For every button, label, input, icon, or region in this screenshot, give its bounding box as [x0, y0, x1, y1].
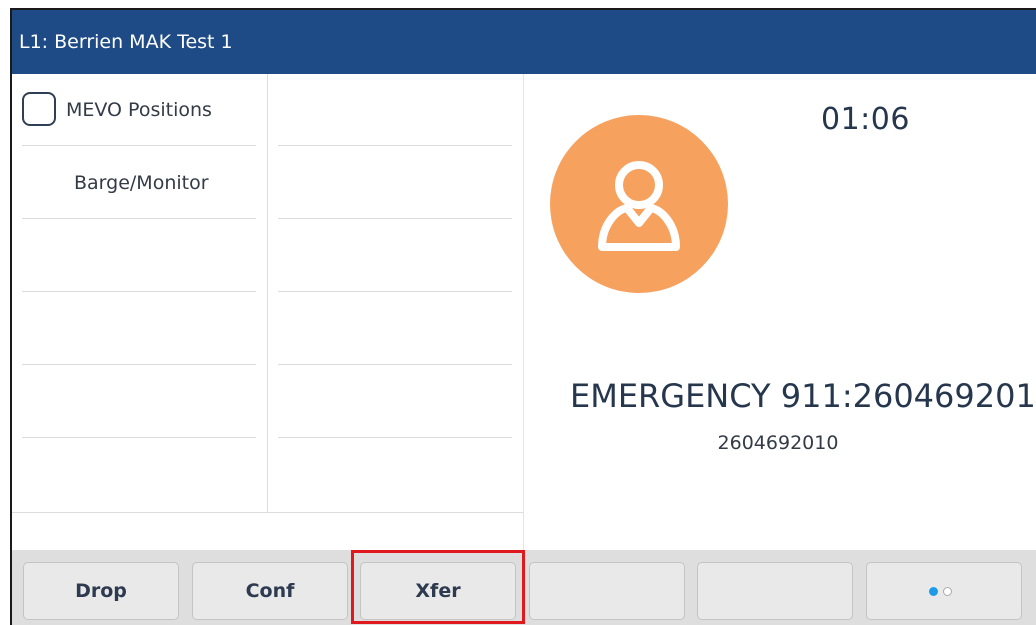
key-empty[interactable] [22, 366, 256, 438]
more-softkeys-button[interactable] [866, 562, 1022, 620]
key-empty[interactable] [278, 220, 512, 292]
key-mevo-positions[interactable]: MEVO Positions [22, 74, 256, 146]
key-label: Barge/Monitor [74, 172, 209, 194]
phone-screen: L1: Berrien MAK Test 1 MEVO Positions Ba… [10, 8, 1036, 625]
caller-name: EMERGENCY 911:2604692010 [570, 377, 1036, 415]
programmable-keys-panel: MEVO Positions Barge/Monitor [12, 74, 523, 514]
title-bar: L1: Berrien MAK Test 1 [12, 10, 1036, 74]
key-column-1: MEVO Positions Barge/Monitor [12, 74, 266, 512]
key-empty[interactable] [278, 147, 512, 219]
key-empty[interactable] [278, 293, 512, 365]
key-empty[interactable] [278, 74, 512, 146]
call-info-panel: 01:06 EMERGENCY 911:2604692010 260469201… [524, 74, 1036, 550]
divider [12, 512, 523, 513]
softkey-empty[interactable] [529, 562, 685, 620]
softkey-empty[interactable] [697, 562, 853, 620]
person-icon [550, 115, 728, 293]
key-empty[interactable] [278, 366, 512, 438]
page-dot-inactive [943, 587, 952, 596]
softkey-bar: Drop Conf Xfer [12, 550, 1036, 625]
caller-number: 2604692010 [717, 432, 839, 454]
call-timer: 01:06 [821, 102, 910, 137]
conf-button[interactable]: Conf [192, 562, 348, 620]
checkbox-icon[interactable] [22, 92, 56, 126]
key-empty[interactable] [22, 220, 256, 292]
page-indicator-icon [867, 563, 1021, 619]
key-barge-monitor[interactable]: Barge/Monitor [22, 147, 256, 219]
key-empty[interactable] [22, 293, 256, 365]
page-dot-active [929, 587, 938, 596]
drop-button[interactable]: Drop [23, 562, 179, 620]
xfer-button[interactable]: Xfer [360, 562, 516, 620]
line-title: L1: Berrien MAK Test 1 [19, 31, 233, 53]
key-label: MEVO Positions [66, 99, 212, 121]
key-column-2 [267, 74, 524, 512]
